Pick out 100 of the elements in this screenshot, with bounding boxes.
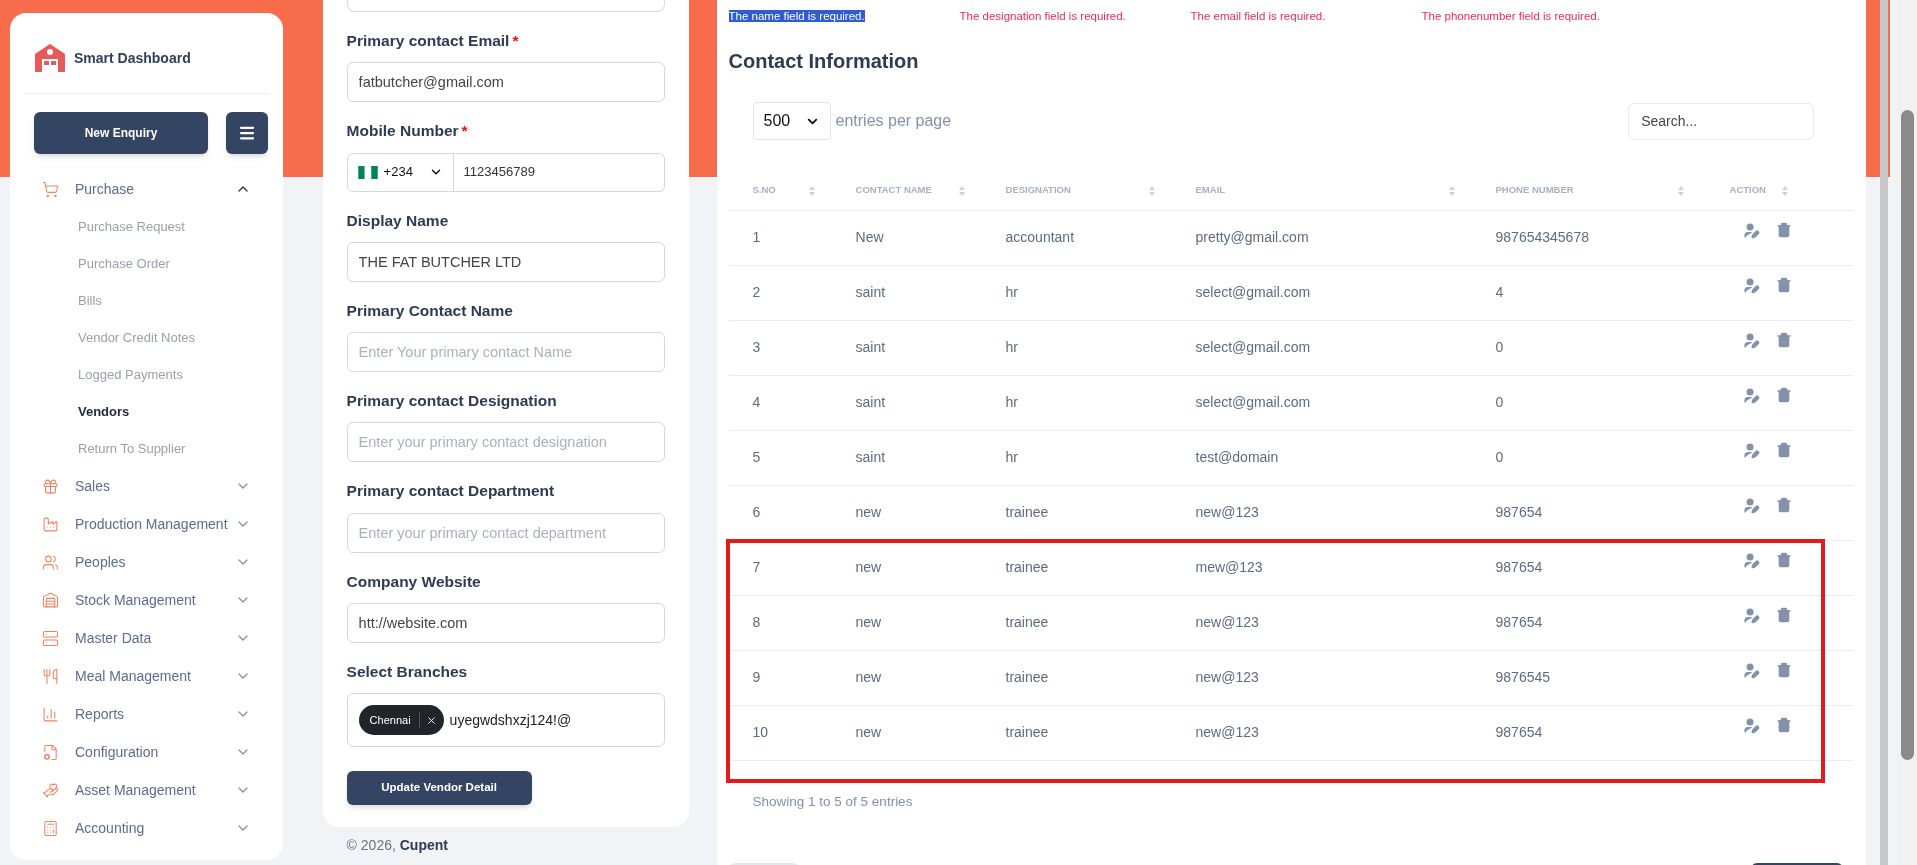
edit-user-icon[interactable]: [1742, 607, 1760, 624]
table-cell: saint: [855, 284, 886, 300]
trash-icon[interactable]: [1775, 332, 1792, 348]
gift-icon: [42, 477, 59, 495]
entries-label: entries per page: [835, 111, 952, 131]
trash-icon[interactable]: [1775, 277, 1792, 293]
error-message: The phonenumber field is required.: [1421, 10, 1600, 22]
copyright-text: © 2026,: [346, 837, 397, 853]
table-cell: new: [855, 614, 882, 630]
trash-icon[interactable]: [1775, 442, 1792, 458]
trash-icon[interactable]: [1775, 552, 1792, 568]
table-cell: mew@123: [1195, 559, 1263, 575]
nav-item[interactable]: Purchase: [24, 170, 269, 208]
table-cell: 1: [752, 229, 761, 245]
error-message: The email field is required.: [1190, 10, 1326, 22]
nav-item[interactable]: Stock Management: [24, 581, 269, 619]
table-cell: 9: [752, 669, 761, 685]
field-label: Primary Contact Name: [346, 300, 514, 321]
nav-item[interactable]: Configuration: [24, 733, 269, 771]
edit-user-icon[interactable]: [1742, 552, 1760, 569]
nav-item[interactable]: Accounting: [24, 809, 269, 847]
table-cell: trainee: [1005, 559, 1049, 575]
document-icon: [42, 743, 59, 761]
table-cell: 0: [1495, 449, 1504, 465]
phone-input[interactable]: 1123456789: [453, 152, 665, 192]
nav-item[interactable]: Meal Management: [24, 657, 269, 695]
table-cell: select@gmail.com: [1195, 284, 1311, 300]
table-cell: 987654: [1495, 559, 1543, 575]
brand-name: Smart Dashboard: [74, 48, 191, 68]
nav-item[interactable]: Master Data: [24, 619, 269, 657]
utensils-icon: [42, 667, 59, 685]
trash-icon[interactable]: [1775, 387, 1792, 403]
nav-item[interactable]: Peoples: [24, 543, 269, 581]
country-code-select[interactable]: +234: [346, 152, 454, 192]
edit-user-icon[interactable]: [1742, 442, 1760, 459]
table-summary: Showing 1 to 5 of 5 entries: [752, 794, 913, 809]
text-input[interactable]: Enter your primary contact department: [346, 512, 665, 553]
edit-user-icon[interactable]: [1742, 387, 1760, 404]
nav-subitem[interactable]: Vendors: [24, 393, 269, 430]
edit-user-icon[interactable]: [1742, 332, 1760, 349]
menu-button[interactable]: [226, 112, 268, 154]
table-cell: 9876545: [1495, 669, 1551, 685]
edit-user-icon[interactable]: [1742, 222, 1760, 239]
page-size-select[interactable]: 500: [752, 102, 831, 140]
new-enquiry-button[interactable]: New Enquiry: [34, 112, 208, 154]
table-cell: trainee: [1005, 669, 1049, 685]
branch-tag[interactable]: Chennai: [358, 705, 444, 735]
table-cell: select@gmail.com: [1195, 394, 1311, 410]
flag-icon: [357, 165, 378, 179]
chart-icon: [42, 705, 59, 723]
table-cell: saint: [855, 394, 886, 410]
table-cell: trainee: [1005, 724, 1049, 740]
edit-user-icon[interactable]: [1742, 497, 1760, 514]
trash-icon[interactable]: [1775, 717, 1792, 733]
trash-icon[interactable]: [1775, 497, 1792, 513]
trash-icon[interactable]: [1775, 222, 1792, 238]
text-input[interactable]: fatbutcher@gmail.com: [346, 62, 665, 103]
table-cell: new: [855, 504, 882, 520]
edit-user-icon[interactable]: [1742, 277, 1760, 294]
text-input[interactable]: Enter Your primary contact Name: [346, 332, 665, 372]
nav-item[interactable]: Sales: [24, 467, 269, 505]
calculator-icon: [42, 819, 59, 837]
update-vendor-button[interactable]: Update Vendor Detail: [346, 771, 532, 805]
trash-icon[interactable]: [1775, 662, 1792, 678]
text-input[interactable]: htt://website.com: [346, 602, 665, 643]
people-icon: [42, 553, 59, 571]
scrollbar[interactable]: [1898, 0, 1917, 865]
cart-icon: [42, 180, 59, 198]
section-title: Contact Information: [728, 49, 920, 74]
edit-user-icon[interactable]: [1742, 717, 1760, 734]
table-cell: test@domain: [1195, 449, 1279, 465]
text-input[interactable]: THE FAT BUTCHER LTD: [346, 241, 665, 282]
field-label: Company Website: [346, 571, 482, 592]
table-cell: 7: [752, 559, 761, 575]
edit-user-icon[interactable]: [1742, 662, 1760, 679]
nav-item[interactable]: Production Management: [24, 505, 269, 543]
table-cell: 10: [752, 724, 769, 740]
field-label: Display Name: [346, 210, 450, 231]
text-input[interactable]: Enter your primary contact designation: [346, 422, 665, 463]
error-message: The name field is required.: [728, 10, 865, 22]
table-cell: 5: [752, 449, 761, 465]
error-message: The designation field is required.: [959, 10, 1126, 22]
table-cell: select@gmail.com: [1195, 339, 1311, 355]
trash-icon[interactable]: [1775, 607, 1792, 623]
table-cell: hr: [1005, 284, 1018, 300]
nav-item[interactable]: Reports: [24, 695, 269, 733]
table-cell: 2: [752, 284, 761, 300]
table-cell: 987654: [1495, 724, 1543, 740]
nav-item[interactable]: Asset Management: [24, 771, 269, 809]
company-name: Cupent: [399, 837, 448, 853]
menu-icon: [238, 124, 256, 142]
search-field[interactable]: Search...: [1628, 102, 1815, 140]
hand-icon: [42, 781, 59, 799]
table-cell: saint: [855, 449, 886, 465]
table-cell: 987654: [1495, 614, 1543, 630]
table-cell: hr: [1005, 449, 1018, 465]
table-cell: new@123: [1195, 614, 1259, 630]
branch-select[interactable]: Chennai uyegwdshxzj124!@: [346, 693, 665, 747]
remove-icon[interactable]: [425, 714, 437, 726]
table-cell: new: [855, 669, 882, 685]
